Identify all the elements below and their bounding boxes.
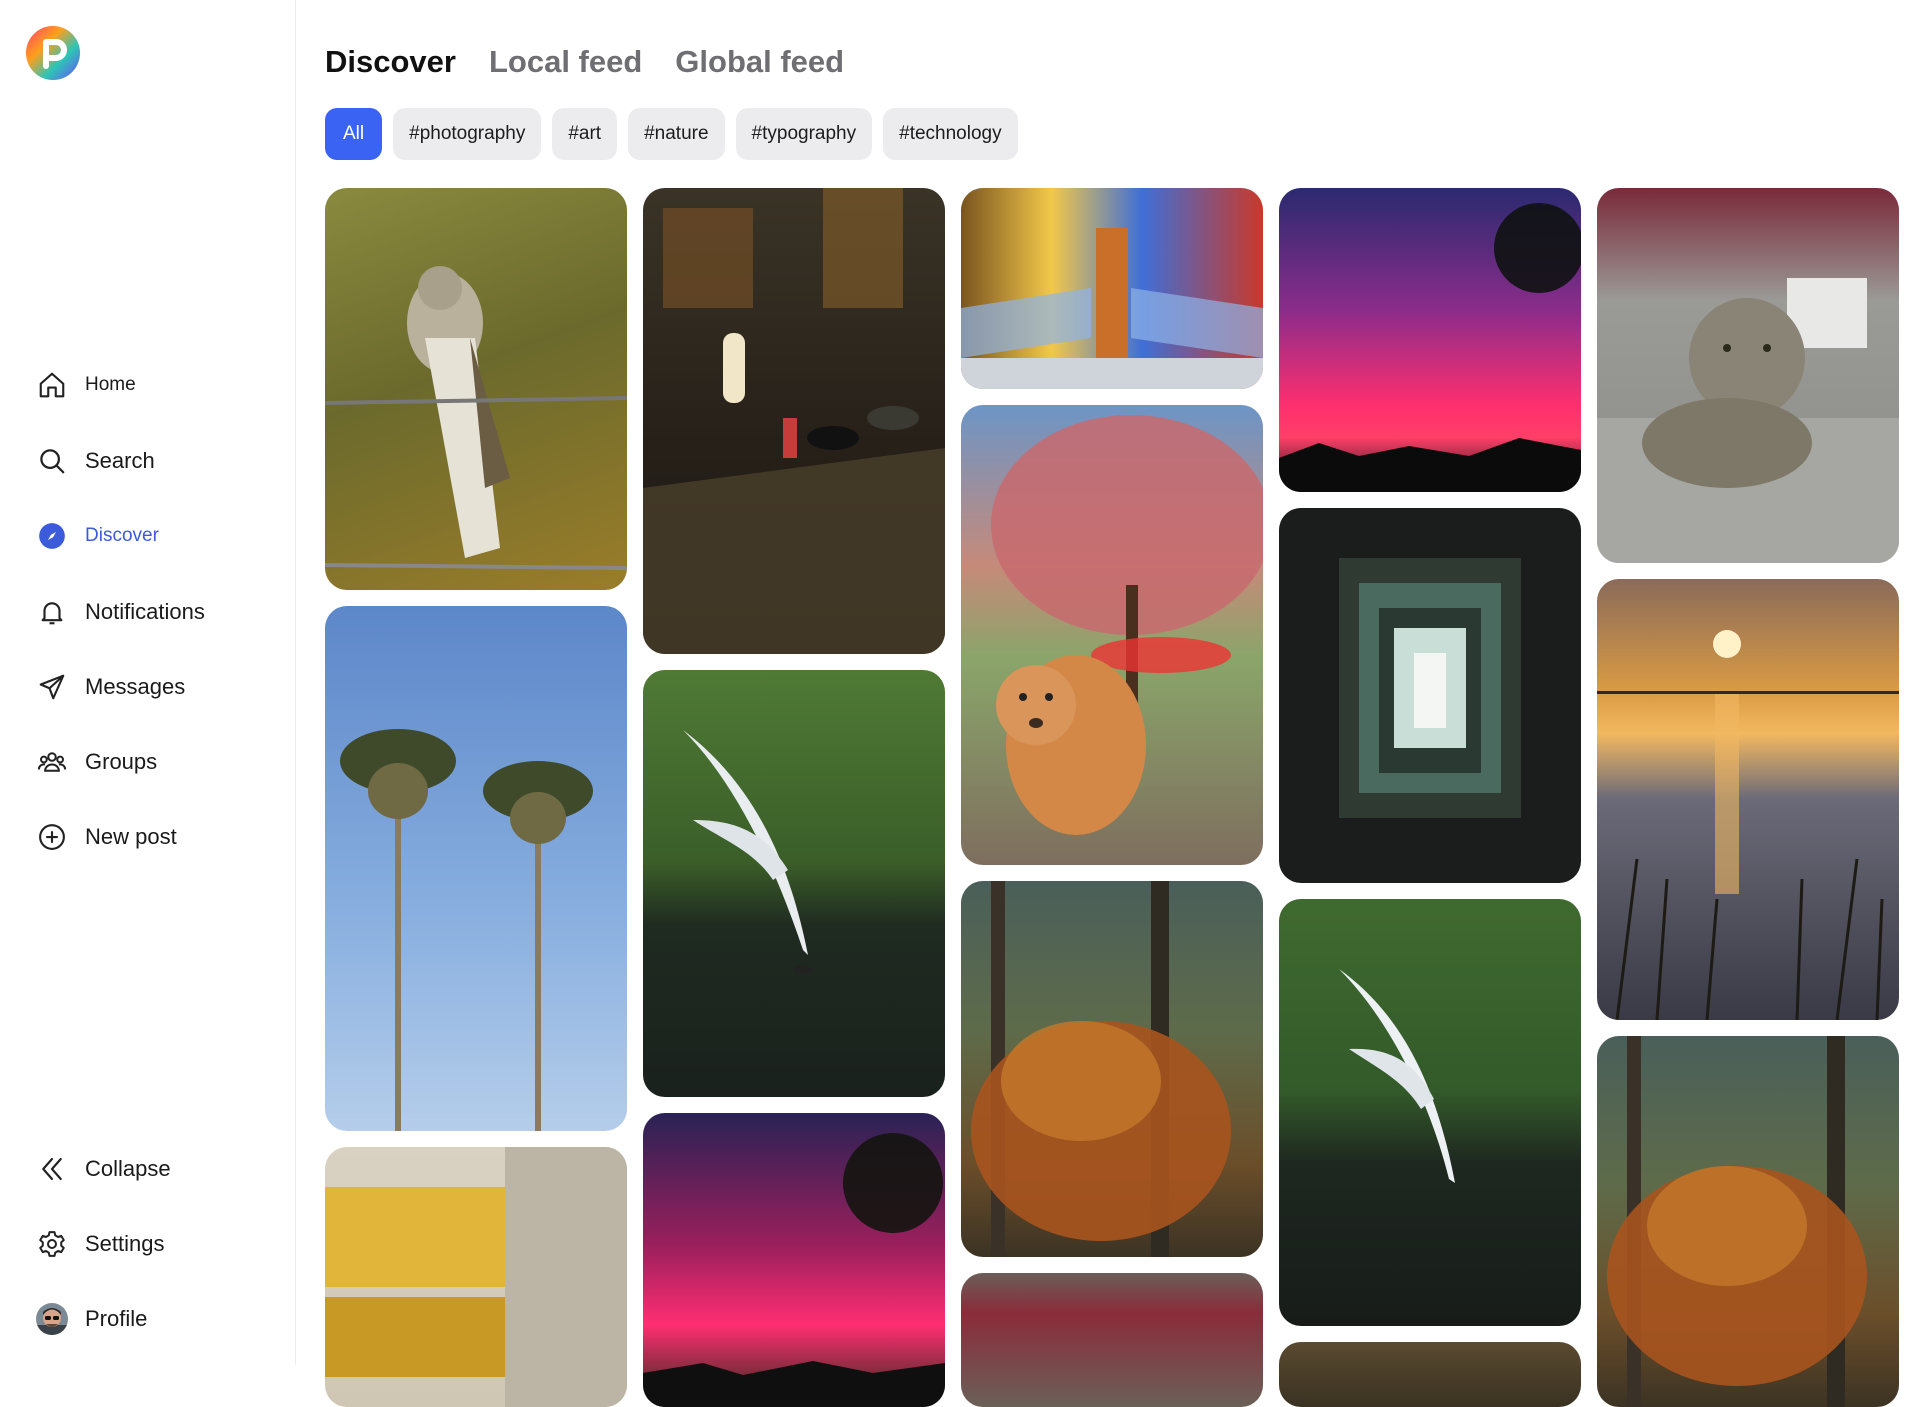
sidebar-item-groups[interactable]: Groups <box>36 742 157 782</box>
photo-tile[interactable] <box>1279 508 1581 883</box>
home-icon <box>36 369 68 401</box>
photo-tile[interactable] <box>961 188 1263 389</box>
photo-tile[interactable] <box>961 405 1263 865</box>
sidebar-item-profile[interactable]: Profile <box>36 1299 147 1339</box>
sidebar-item-label: Settings <box>85 1231 165 1256</box>
compass-icon <box>36 520 68 552</box>
sidebar-item-settings[interactable]: Settings <box>36 1224 165 1264</box>
sidebar: Home Search Discover Notifications Messa… <box>0 0 296 1365</box>
gear-icon <box>36 1228 68 1260</box>
sidebar-item-label: New post <box>85 824 177 849</box>
photo-tile[interactable] <box>1597 1036 1899 1407</box>
sidebar-item-label: Discover <box>85 525 159 546</box>
sidebar-item-label: Profile <box>85 1306 148 1331</box>
photo-tile[interactable] <box>1279 899 1581 1326</box>
feed-tabs: Discover Local feed Global feed <box>325 44 877 80</box>
plus-circle-icon <box>36 821 68 853</box>
avatar <box>36 1303 68 1335</box>
groups-icon <box>36 746 68 778</box>
bell-icon <box>36 596 68 628</box>
filter-chip-nature[interactable]: #nature <box>628 108 725 160</box>
sidebar-item-label: Collapse <box>85 1156 171 1181</box>
photo-tile[interactable] <box>643 670 945 1097</box>
sidebar-item-label: Messages <box>85 674 186 699</box>
filter-chip-technology[interactable]: #technology <box>883 108 1018 160</box>
photo-tile[interactable] <box>961 881 1263 1257</box>
filter-chip-art[interactable]: #art <box>552 108 618 160</box>
sidebar-item-label: Groups <box>85 749 158 774</box>
photo-tile[interactable] <box>643 188 945 654</box>
sidebar-item-label: Notifications <box>85 599 205 624</box>
sidebar-item-label: Search <box>85 448 155 473</box>
photo-tile[interactable] <box>1279 1342 1581 1407</box>
sidebar-item-messages[interactable]: Messages <box>36 667 185 707</box>
photo-tile[interactable] <box>1597 188 1899 563</box>
photo-tile[interactable] <box>643 1113 945 1407</box>
photo-tile[interactable] <box>1279 188 1581 492</box>
sidebar-item-new-post[interactable]: New post <box>36 817 177 857</box>
sidebar-item-home[interactable]: Home <box>36 365 136 405</box>
photo-tile[interactable] <box>1597 579 1899 1020</box>
photo-tile[interactable] <box>325 188 627 590</box>
photo-tile[interactable] <box>325 1147 627 1407</box>
send-icon <box>36 671 68 703</box>
filter-chip-photography[interactable]: #photography <box>393 108 542 160</box>
sidebar-item-notifications[interactable]: Notifications <box>36 592 205 632</box>
sidebar-item-discover[interactable]: Discover <box>36 516 159 556</box>
app-logo[interactable] <box>26 26 80 80</box>
sidebar-item-collapse[interactable]: Collapse <box>36 1149 171 1189</box>
sidebar-item-label: Home <box>85 374 136 395</box>
photo-tile[interactable] <box>961 1273 1263 1407</box>
filter-chip-typography[interactable]: #typography <box>735 108 873 160</box>
hashtag-filters: All #photography #art #nature #typograph… <box>325 108 1029 160</box>
tab-global-feed[interactable]: Global feed <box>675 44 844 80</box>
tab-local-feed[interactable]: Local feed <box>489 44 642 80</box>
photo-tile[interactable] <box>325 606 627 1131</box>
double-chevron-left-icon <box>36 1153 68 1185</box>
filter-chip-all[interactable]: All <box>325 108 383 160</box>
sidebar-item-search[interactable]: Search <box>36 441 155 481</box>
tab-discover[interactable]: Discover <box>325 44 456 80</box>
search-icon <box>36 445 68 477</box>
